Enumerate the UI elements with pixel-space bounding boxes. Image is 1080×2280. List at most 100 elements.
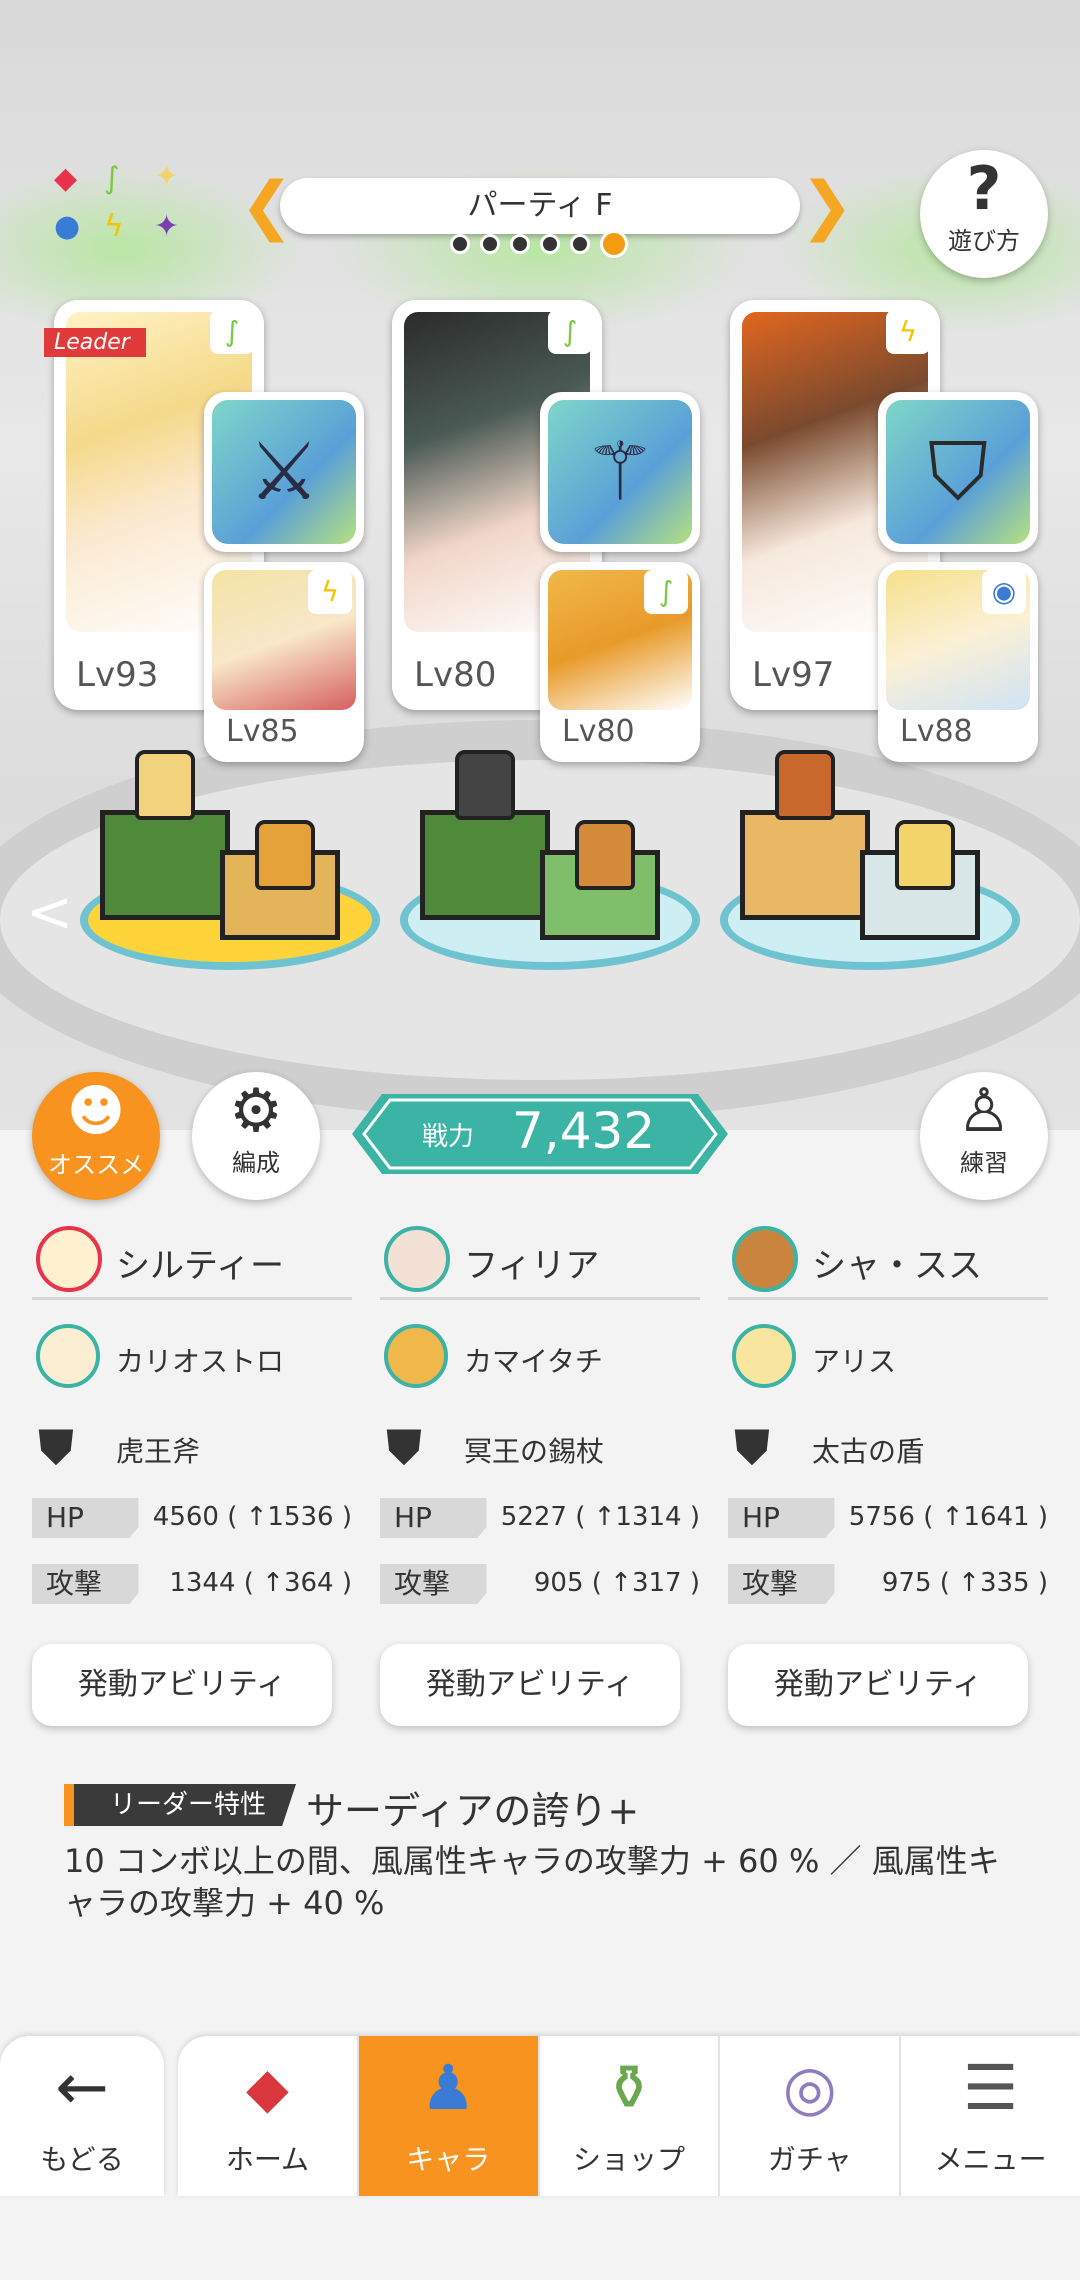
- scroll-left-icon[interactable]: <: [26, 880, 73, 945]
- page-dot[interactable]: [510, 234, 530, 254]
- question-icon: ?: [966, 154, 1002, 224]
- wind-element-icon: ∫: [548, 310, 592, 354]
- hp-value: 5227 ( ↑1314 ): [500, 1502, 700, 1532]
- sub-character-name: アリス: [812, 1345, 897, 1378]
- attack-stat: 攻撃 975 ( ↑335 ): [728, 1564, 1048, 1604]
- attack-stat: 攻撃 905 ( ↑317 ): [380, 1564, 700, 1604]
- menu-icon: ☰: [962, 2051, 1019, 2124]
- weapon-slot-icon: ⛊: [386, 1420, 423, 1476]
- tab-shop[interactable]: ⚱ ショップ: [540, 2036, 721, 2196]
- tab-character[interactable]: ♟ キャラ: [358, 2036, 540, 2196]
- page-dot-active[interactable]: [600, 230, 628, 258]
- shield-icon: ⛉: [886, 400, 1030, 544]
- hp-stat: HP 4560 ( ↑1536 ): [32, 1498, 352, 1538]
- weapon-row[interactable]: ⛊ 虎王斧: [32, 1410, 352, 1486]
- element-affinity-legend[interactable]: ◆ ∫ ✦ ● ϟ ✦: [50, 160, 190, 250]
- avatar: [384, 1226, 450, 1292]
- tab-home[interactable]: ⬥ ホーム: [178, 2036, 359, 2196]
- back-button[interactable]: ← もどる: [0, 2036, 164, 2196]
- avatar: [732, 1226, 798, 1292]
- ability-button[interactable]: 発動アビリティ: [32, 1644, 332, 1726]
- main-character-row[interactable]: フィリア: [380, 1220, 700, 1300]
- sub-character-sprite: [575, 820, 635, 890]
- water-element-icon: ●: [54, 209, 81, 244]
- attack-label: 攻撃: [728, 1564, 858, 1604]
- page-dot[interactable]: [450, 234, 470, 254]
- ability-button[interactable]: 発動アビリティ: [380, 1644, 680, 1726]
- sub-character-card[interactable]: ◉ Lv88: [878, 562, 1038, 762]
- avatar: [36, 1324, 100, 1388]
- character-slot-2[interactable]: ∫ Lv80 ⚚ ∫ Lv80: [392, 300, 700, 770]
- character-sprite: [775, 750, 835, 820]
- bottom-nav: ← もどる ⬥ ホーム ♟ キャラ ⚱ ショップ ◎ ガチャ ☰ メニュー: [0, 2036, 1080, 2196]
- thunder-element-icon: ϟ: [886, 310, 930, 354]
- weapon-card[interactable]: ⚚: [540, 392, 700, 552]
- avatar: [36, 1226, 102, 1292]
- avatar: [732, 1324, 796, 1388]
- weapon-slot-icon: ⛊: [38, 1420, 75, 1476]
- power-label: 戦力: [422, 1122, 475, 1152]
- party-selector: ❮ パーティ F ❯: [240, 170, 854, 258]
- thunder-element-icon: ϟ: [308, 570, 352, 614]
- weapon-card[interactable]: ⛉: [878, 392, 1038, 552]
- sub-character-row[interactable]: カマイタチ: [380, 1318, 700, 1398]
- attack-label: 攻撃: [32, 1564, 162, 1604]
- character-sprite: [455, 750, 515, 820]
- leader-skill-name: サーディアの誇り+: [306, 1789, 640, 1833]
- recommend-button[interactable]: ☻ オススメ: [32, 1072, 160, 1200]
- training-dummy-icon: ♙: [957, 1076, 1011, 1146]
- page-dot[interactable]: [540, 234, 560, 254]
- how-to-play-button[interactable]: ? 遊び方: [920, 150, 1048, 278]
- grass-block: [420, 810, 550, 920]
- main-character-row[interactable]: シルティー: [32, 1220, 352, 1300]
- grass-block: [100, 810, 230, 920]
- thunder-element-icon: ϟ: [104, 209, 124, 244]
- shop-icon: ⚱: [603, 2051, 655, 2124]
- page-dot[interactable]: [480, 234, 500, 254]
- sub-character-level: Lv80: [562, 714, 635, 749]
- formation-gear-icon: ⚙: [229, 1076, 283, 1146]
- ability-button[interactable]: 発動アビリティ: [728, 1644, 1028, 1726]
- sub-character-card[interactable]: ϟ Lv85: [204, 562, 364, 762]
- practice-label: 練習: [960, 1149, 1008, 1177]
- character-level: Lv93: [76, 655, 159, 695]
- practice-button[interactable]: ♙ 練習: [920, 1072, 1048, 1200]
- character-level: Lv97: [752, 655, 835, 695]
- weapon-name: 冥王の錫杖: [464, 1435, 605, 1468]
- character-name: フィリア: [464, 1246, 600, 1286]
- weapon-row[interactable]: ⛊ 太古の盾: [728, 1410, 1048, 1486]
- sub-character-row[interactable]: カリオストロ: [32, 1318, 352, 1398]
- main-character-row[interactable]: シャ・スス: [728, 1220, 1048, 1300]
- dark-element-icon: ✦: [154, 209, 180, 244]
- next-party-button[interactable]: ❯: [800, 170, 854, 242]
- attack-stat: 攻撃 1344 ( ↑364 ): [32, 1564, 352, 1604]
- party-page-indicator: [450, 230, 628, 258]
- character-slot-3[interactable]: ϟ Lv97 ⛉ ◉ Lv88: [730, 300, 1038, 770]
- party-stage: ◆ ∫ ✦ ● ϟ ✦ ❮ パーティ F ❯ ? 遊び方 ∫ Lv93 Lead…: [0, 0, 1080, 1130]
- sub-character-card[interactable]: ∫ Lv80: [540, 562, 700, 762]
- back-label: もどる: [40, 2143, 124, 2176]
- sub-character-level: Lv85: [226, 714, 299, 749]
- hp-value: 4560 ( ↑1536 ): [152, 1502, 352, 1532]
- attack-label: 攻撃: [380, 1564, 510, 1604]
- page-dot[interactable]: [570, 234, 590, 254]
- prev-party-button[interactable]: ❮: [240, 170, 294, 242]
- character-slot-1[interactable]: ∫ Lv93 Leader ⚔ ϟ Lv85: [44, 300, 364, 770]
- leader-skill-description: 10 コンボ以上の間、風属性キャラの攻撃力 + 60 % ／ 風属性キャラの攻撃…: [64, 1842, 1000, 1922]
- formation-button[interactable]: ⚙ 編成: [192, 1072, 320, 1200]
- sub-character-sprite: [255, 820, 315, 890]
- weapon-row[interactable]: ⛊ 冥王の錫杖: [380, 1410, 700, 1486]
- attack-value: 905 ( ↑317 ): [533, 1568, 700, 1598]
- leader-skill-tag: リーダー特性: [64, 1784, 297, 1826]
- hp-value: 5756 ( ↑1641 ): [848, 1502, 1048, 1532]
- wind-element-icon: ∫: [210, 310, 254, 354]
- sand-block: [740, 810, 870, 920]
- sub-character-row[interactable]: アリス: [728, 1318, 1048, 1398]
- wind-element-icon: ∫: [104, 161, 120, 196]
- recommend-icon: ☻: [66, 1079, 126, 1144]
- scepter-icon: ⚚: [548, 400, 692, 544]
- tab-menu[interactable]: ☰ メニュー: [901, 2036, 1080, 2196]
- weapon-card[interactable]: ⚔: [204, 392, 364, 552]
- tab-gacha[interactable]: ◎ ガチャ: [720, 2036, 902, 2196]
- character-name: シルティー: [116, 1246, 284, 1286]
